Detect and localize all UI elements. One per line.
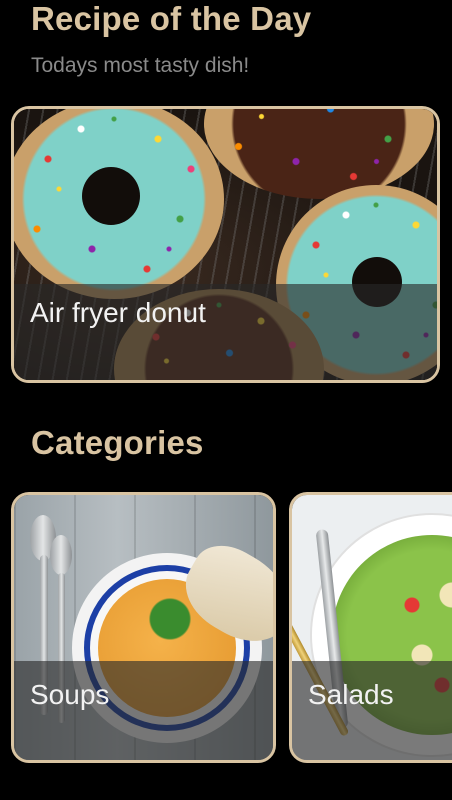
category-card-salads[interactable]: Salads (289, 492, 452, 763)
category-card-soups[interactable]: Soups (11, 492, 276, 763)
salads-caption: Salads (308, 679, 394, 710)
categories-title: Categories (31, 424, 204, 461)
app-screen: Recipe of the Day Todays most tasty dish… (0, 0, 452, 800)
page-title: Recipe of the Day (31, 0, 312, 37)
recipe-of-day-card[interactable]: Air fryer donut (11, 106, 440, 383)
page-subtitle: Todays most tasty dish! (31, 54, 250, 77)
recipe-caption: Air fryer donut (30, 297, 206, 328)
soups-caption: Soups (30, 679, 110, 710)
